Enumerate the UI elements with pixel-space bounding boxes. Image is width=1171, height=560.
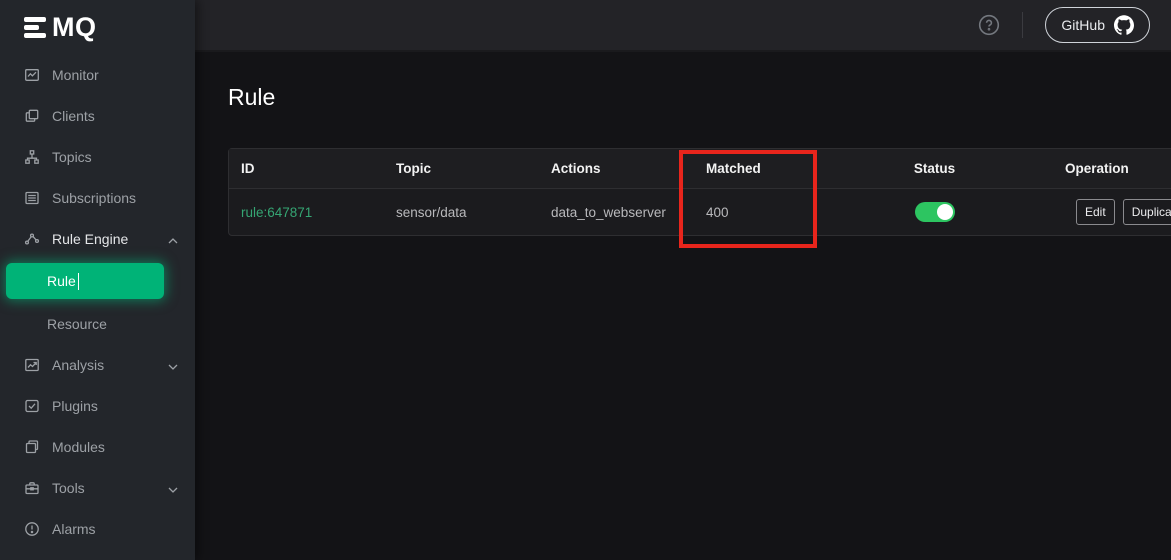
sidebar-item-label: Alarms: [52, 521, 96, 537]
sidebar-item-subscriptions[interactable]: Subscriptions: [0, 177, 195, 218]
emqx-dashboard: MQ Monitor Clients Topics: [0, 0, 1171, 560]
emq-logo-bars-icon: [24, 17, 46, 38]
topbar: GitHub: [195, 0, 1171, 52]
sidebar-item-label: Plugins: [52, 398, 98, 414]
sidebar-nav: Monitor Clients Topics Subscriptions: [0, 54, 195, 560]
modules-icon: [24, 439, 40, 455]
sidebar-item-rule-engine[interactable]: Rule Engine: [0, 218, 195, 259]
chevron-up-icon: [168, 231, 178, 247]
sidebar-active-row: Rule: [0, 259, 195, 303]
edit-button[interactable]: Edit: [1076, 199, 1115, 225]
sidebar-item-label: Modules: [52, 439, 105, 455]
sidebar-item-label: Analysis: [52, 357, 104, 373]
table-row: rule:647871 sensor/data data_to_webserve…: [229, 189, 1171, 235]
sidebar-item-label: Rule: [47, 273, 76, 289]
sidebar-item-label: Clients: [52, 108, 95, 124]
sidebar-item-clients[interactable]: Clients: [0, 95, 195, 136]
column-header-status: Status: [818, 161, 1051, 176]
column-header-id: ID: [229, 161, 384, 176]
sidebar-item-modules[interactable]: Modules: [0, 426, 195, 467]
toggle-knob: [937, 204, 953, 220]
clients-icon: [24, 108, 40, 124]
tools-icon: [24, 480, 40, 496]
sidebar-item-plugins[interactable]: Plugins: [0, 385, 195, 426]
emq-logo-text: MQ: [52, 12, 97, 43]
sidebar-item-partial[interactable]: [0, 549, 195, 560]
column-header-matched: Matched: [682, 161, 818, 176]
sidebar-item-label: Tools: [52, 480, 85, 496]
sidebar-item-label: Rule Engine: [52, 231, 128, 247]
github-icon: [1114, 15, 1134, 35]
sidebar: MQ Monitor Clients Topics: [0, 0, 195, 560]
rule-id-link[interactable]: rule:647871: [241, 205, 312, 220]
topbar-divider: [1022, 12, 1023, 38]
chevron-down-icon: [168, 357, 178, 373]
topics-icon: [24, 149, 40, 165]
duplicate-button[interactable]: Duplicate: [1123, 199, 1171, 225]
matched-cell: 400: [682, 205, 818, 220]
actions-cell: data_to_webserver: [539, 205, 682, 220]
sidebar-item-monitor[interactable]: Monitor: [0, 54, 195, 95]
subscriptions-icon: [24, 190, 40, 206]
chevron-down-icon: [168, 480, 178, 496]
plugins-icon: [24, 398, 40, 414]
sidebar-item-label: Subscriptions: [52, 190, 136, 206]
sidebar-item-label: Monitor: [52, 67, 99, 83]
text-cursor: [78, 273, 80, 290]
emq-logo: MQ: [0, 0, 195, 54]
monitor-icon: [24, 67, 40, 83]
sidebar-item-label: Resource: [47, 316, 107, 332]
help-icon[interactable]: [978, 14, 1000, 36]
main-area: GitHub Rule ID Topic Actions Matched Sta…: [195, 0, 1171, 560]
sidebar-item-alarms[interactable]: Alarms: [0, 508, 195, 549]
analysis-icon: [24, 357, 40, 373]
sidebar-item-tools[interactable]: Tools: [0, 467, 195, 508]
page-title: Rule: [228, 84, 1171, 111]
sidebar-item-rule[interactable]: Rule: [6, 263, 164, 299]
sidebar-item-resource[interactable]: Resource: [0, 303, 195, 344]
sidebar-item-label: Topics: [52, 149, 92, 165]
column-header-actions: Actions: [539, 161, 682, 176]
github-button-label: GitHub: [1061, 17, 1105, 33]
status-toggle[interactable]: [915, 202, 955, 222]
column-header-topic: Topic: [384, 161, 539, 176]
sidebar-item-analysis[interactable]: Analysis: [0, 344, 195, 385]
column-header-operation: Operation: [1051, 161, 1171, 176]
sidebar-item-topics[interactable]: Topics: [0, 136, 195, 177]
table-header-row: ID Topic Actions Matched Status Operatio…: [229, 149, 1171, 189]
alarms-icon: [24, 521, 40, 537]
github-button[interactable]: GitHub: [1045, 7, 1150, 43]
rules-table: ID Topic Actions Matched Status Operatio…: [228, 148, 1171, 236]
topic-cell: sensor/data: [384, 205, 539, 220]
rule-engine-icon: [24, 231, 40, 247]
